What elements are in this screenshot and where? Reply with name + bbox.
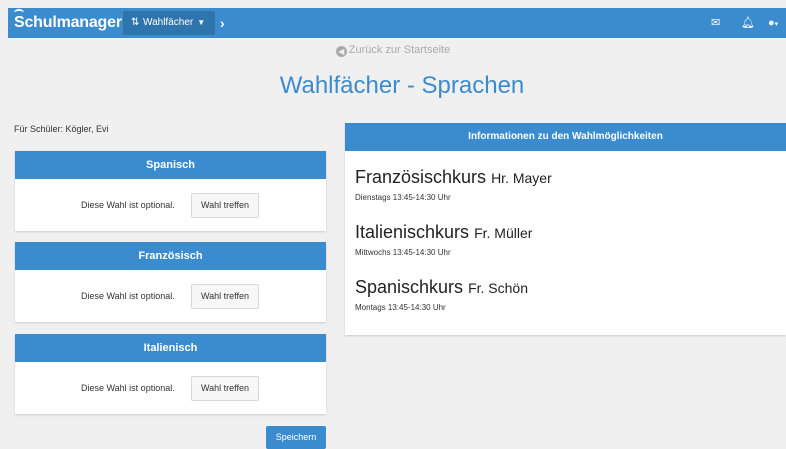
course-time: Montags 13:45-14:30 Uhr (355, 303, 446, 312)
info-panel-title: Informationen zu den Wahlmöglichkeiten (345, 123, 786, 151)
student-label: Für Schüler: Kögler, Evi (14, 124, 109, 134)
choice-title: Spanisch (15, 151, 326, 179)
choice-title: Französisch (15, 242, 326, 270)
optional-text: Diese Wahl ist optional. (81, 291, 175, 301)
course-teacher: Fr. Müller (474, 225, 533, 241)
choice-card-italienisch: Italienisch Diese Wahl ist optional. Wah… (15, 334, 326, 414)
arrow-left-circle-icon: ◀ (335, 46, 347, 57)
info-panel: Informationen zu den Wahlmöglichkeiten F… (345, 123, 786, 335)
course-name: Französischkurs (355, 167, 487, 187)
sort-list-icon: ⇅ (131, 17, 140, 28)
chevron-right-icon[interactable]: › (220, 13, 225, 33)
course-teacher: Hr. Mayer (491, 170, 552, 186)
optional-text: Diese Wahl ist optional. (81, 200, 175, 210)
page-title: Wahlfächer - Sprachen (279, 72, 525, 99)
bell-icon[interactable]: 🔔︎ (741, 13, 755, 33)
course-item: Spanischkurs Fr. Schön Montags 13:45-14:… (355, 277, 528, 312)
wahlfaecher-dropdown[interactable]: ⇅ Wahlfächer ▼ (123, 11, 215, 35)
course-name: Spanischkurs (355, 277, 464, 297)
course-time: Dienstags 13:45-14:30 Uhr (355, 193, 451, 202)
caret-down-icon: ▼ (197, 18, 206, 27)
mail-icon[interactable]: ✉ (711, 13, 720, 33)
brand-logo[interactable]: Schulmanager (14, 9, 122, 34)
course-item: Italienischkurs Fr. Müller Mittwochs 13:… (355, 222, 532, 257)
choice-title: Italienisch (15, 334, 326, 362)
choice-card-franzoesisch: Französisch Diese Wahl ist optional. Wah… (15, 242, 326, 322)
course-teacher: Fr. Schön (468, 280, 528, 296)
user-icon[interactable]: ●▾ (768, 13, 778, 35)
make-choice-button[interactable]: Wahl treffen (191, 193, 259, 218)
top-navbar: Schulmanager ⇅ Wahlfächer ▼ › ✉ 🔔︎ ●▾ (8, 8, 786, 38)
course-item: Französischkurs Hr. Mayer Dienstags 13:4… (355, 167, 552, 202)
make-choice-button[interactable]: Wahl treffen (191, 284, 259, 309)
course-time: Mittwochs 13:45-14:30 Uhr (355, 248, 451, 257)
back-link-label: Zurück zur Startseite (348, 44, 451, 56)
optional-text: Diese Wahl ist optional. (81, 383, 175, 393)
dropdown-label: Wahlfächer (143, 17, 194, 28)
save-button[interactable]: Speichern (266, 426, 326, 449)
course-name: Italienischkurs (355, 222, 470, 242)
logo-swirl-icon (14, 9, 24, 16)
choice-card-spanisch: Spanisch Diese Wahl ist optional. Wahl t… (15, 151, 326, 231)
brand-name: Schulmanager (14, 14, 122, 31)
back-to-start-link[interactable]: ◀ Zurück zur Startseite (0, 44, 786, 57)
make-choice-button[interactable]: Wahl treffen (191, 376, 259, 401)
